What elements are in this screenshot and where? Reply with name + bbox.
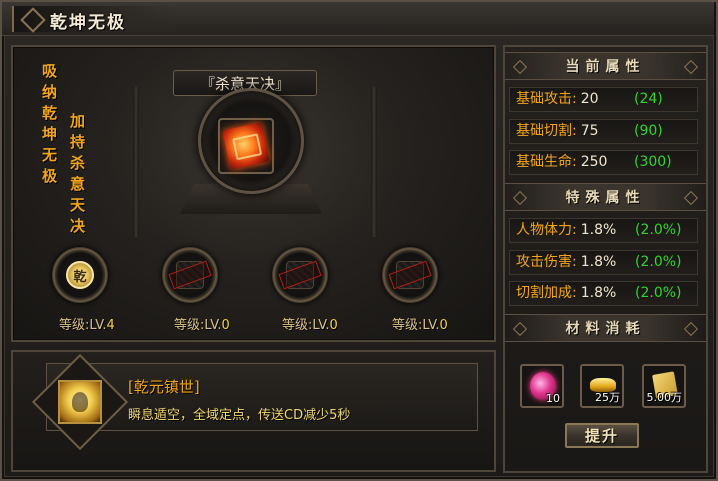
node-level-2: 等级:LV.0	[174, 318, 230, 333]
node-level-3: 等级:LV.0	[282, 318, 338, 333]
skill-node-2[interactable]	[162, 247, 218, 303]
stat-row: 基础攻击: 20 (24)	[509, 87, 698, 112]
qian-rune-icon: 乾	[66, 261, 94, 289]
skill-node-4[interactable]	[382, 247, 438, 303]
material-count: 5.00万	[646, 391, 683, 404]
stat-row: 切割加成: 1.8% (2.0%)	[509, 281, 698, 306]
node-level-4: 等级:LV.0	[392, 318, 448, 333]
golden-warrior-icon	[58, 380, 102, 424]
vertical-caption-1: 吸纳乾坤无极	[40, 63, 58, 189]
flame-book-icon[interactable]	[222, 122, 270, 170]
material-slot-gem[interactable]: 10	[520, 364, 564, 408]
pillar-decoration	[133, 87, 139, 237]
upgrade-button[interactable]: 提升	[565, 423, 639, 448]
material-count: 10	[546, 392, 560, 405]
material-slot-gold[interactable]: 25万	[580, 364, 624, 408]
description-title: [乾元镇世]	[128, 378, 200, 396]
special-attributes-header: 特殊属性	[505, 183, 706, 211]
window-title: 乾坤无极	[50, 13, 126, 33]
skill-node-3[interactable]	[272, 247, 328, 303]
material-slot-scroll[interactable]: 5.00万	[642, 364, 686, 408]
title-bar: 乾坤无极	[2, 2, 714, 36]
description-text: 瞬息遁空，全域定点，传送CD减少5秒	[128, 408, 351, 423]
materials-header: 材料消耗	[505, 314, 706, 342]
current-attributes-header: 当前属性	[505, 52, 706, 80]
material-count: 25万	[595, 391, 620, 404]
skill-node-1[interactable]: 乾	[52, 247, 108, 303]
pillar-decoration	[371, 87, 377, 237]
node-level-1: 等级:LV.4	[59, 318, 115, 333]
stat-row: 基础生命: 250 (300)	[509, 150, 698, 175]
stat-row: 攻击伤害: 1.8% (2.0%)	[509, 250, 698, 275]
vertical-caption-2: 加持杀意天决	[68, 113, 86, 239]
stat-row: 基础切割: 75 (90)	[509, 119, 698, 144]
stat-row: 人物体力: 1.8% (2.0%)	[509, 218, 698, 243]
